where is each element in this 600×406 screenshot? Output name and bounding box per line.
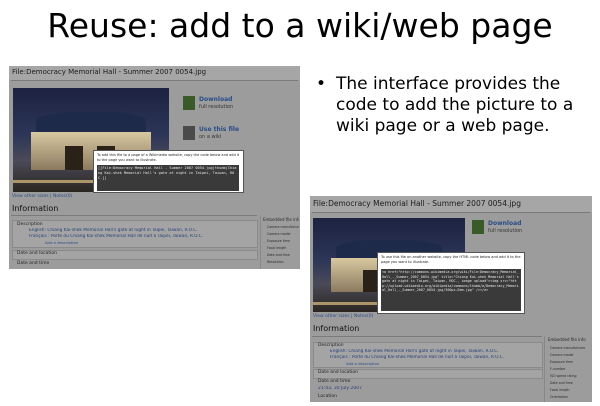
description-francais: Français : Porte du Chiang Kai-shek Memo…	[330, 355, 505, 360]
popup-instructions: To add this file to a page of a Wikimedi…	[97, 153, 240, 162]
embedded-field: Camera manufacturer	[267, 225, 299, 229]
screenshot-html-code: File:Democracy Memorial Hall - Summer 20…	[310, 196, 592, 402]
date-time-label: Date and time	[17, 261, 50, 266]
description-label: Description	[17, 222, 43, 227]
file-title: File:Democracy Memorial Hall - Summer 20…	[313, 199, 521, 208]
gate-arch	[65, 146, 83, 170]
embedded-field: Exposure time	[267, 239, 290, 243]
date-time-value: 21:43, 30 July 2007	[318, 386, 362, 391]
embedded-field: ISO speed rating	[550, 374, 577, 378]
view-sizes-link[interactable]: View other sizes | Notes(0)	[313, 314, 373, 319]
embedded-info-heading: Embedded file info	[263, 217, 299, 222]
description-label: Description	[318, 343, 344, 348]
bullet-glyph: •	[316, 74, 327, 94]
download-icon[interactable]	[472, 220, 484, 234]
screenshot-wiki-code: File:Democracy Memorial Hall - Summer 20…	[9, 66, 300, 269]
location-label: Location	[318, 394, 338, 399]
embedded-field: Date and time	[550, 381, 573, 385]
slide-title: Reuse: add to a wiki/web page	[47, 6, 553, 45]
embedded-field: Camera model	[550, 353, 574, 357]
embedded-field: Focal length	[550, 388, 570, 392]
bullet-text: The interface provides the code to add t…	[336, 74, 574, 136]
file-title: File:Democracy Memorial Hall - Summer 20…	[12, 68, 207, 76]
download-link[interactable]: Download	[488, 220, 521, 227]
title-divider	[312, 212, 590, 213]
info-heading: Information	[12, 204, 59, 213]
embedded-field: Focal length	[267, 246, 287, 250]
info-divider	[11, 215, 257, 216]
add-description-link[interactable]: Add a description	[45, 240, 78, 245]
embed-popup: To add this file to a page of a Wikimedi…	[93, 150, 244, 193]
date-location-label: Date and location	[17, 251, 57, 256]
use-file-sub: on a wiki	[199, 134, 222, 140]
embedded-field: Exposure time	[550, 360, 573, 364]
popup-instructions: To use this file on another website, cop…	[381, 255, 521, 264]
embedded-field: Camera model	[267, 232, 291, 236]
use-file-link[interactable]: Use this file	[199, 126, 239, 133]
embedded-field: Camera manufacturer	[550, 346, 586, 350]
html-code-field[interactable]: <a href="http://commons.wikimedia.org/wi…	[381, 269, 521, 311]
description-francais: Français : Porte du Chiang Kai-shek Memo…	[29, 234, 204, 239]
download-sub: full resolution	[199, 104, 234, 110]
info-divider	[312, 336, 542, 337]
gate-roof	[36, 112, 146, 134]
download-link[interactable]: Download	[199, 96, 232, 103]
date-time-label: Date and time	[318, 379, 351, 384]
embedded-field: Orientation	[550, 395, 568, 399]
date-location-label: Date and location	[318, 370, 358, 375]
add-description-link[interactable]: Add a description	[346, 361, 379, 366]
download-icon[interactable]	[183, 96, 195, 110]
description-english: English: Chiang Kai-shek Memorial Hall's…	[330, 349, 499, 354]
embedded-info-heading: Embedded file info	[548, 337, 586, 342]
title-divider	[11, 80, 298, 81]
wiki-code-field[interactable]: [[File:Democracy Memorial Hall - Summer …	[97, 165, 239, 191]
download-sub: full resolution	[488, 228, 523, 234]
description-english: English: Chiang Kai-shek Memorial Hall's…	[29, 228, 198, 233]
embedded-field: Resolution	[267, 260, 284, 264]
wiki-icon[interactable]	[183, 126, 195, 140]
view-sizes-link[interactable]: View other sizes | Notes(0)	[12, 194, 72, 199]
embedded-field: Date and time	[267, 253, 290, 257]
info-heading: Information	[313, 324, 360, 333]
embed-popup: To use this file on another website, cop…	[377, 252, 525, 314]
embedded-field: F-number	[550, 367, 566, 371]
